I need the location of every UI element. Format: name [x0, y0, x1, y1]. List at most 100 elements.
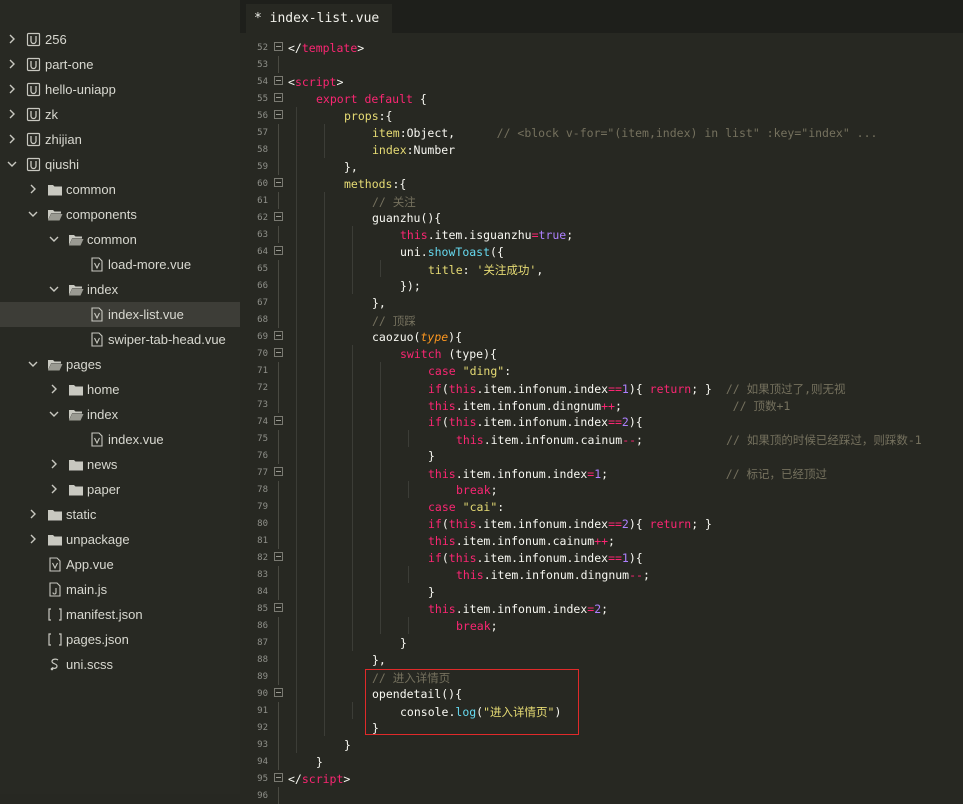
- code-line[interactable]: 53: [240, 56, 963, 73]
- chevron-right-icon[interactable]: [48, 458, 60, 470]
- tree-item-home[interactable]: home: [0, 377, 240, 402]
- tree-item-manifest-json[interactable]: manifest.json: [0, 602, 240, 627]
- tree-item-part-one[interactable]: part-one: [0, 52, 240, 77]
- chevron-right-icon[interactable]: [27, 183, 39, 195]
- code-line[interactable]: 55 export default {: [240, 90, 963, 107]
- code-line[interactable]: 54 <script>: [240, 73, 963, 90]
- code-line[interactable]: 71 case "ding":: [240, 362, 963, 379]
- code-line[interactable]: 72 if(this.item.infonum.index==1){ return…: [240, 379, 963, 396]
- code-line[interactable]: 85 this.item.infonum.index=2;: [240, 600, 963, 617]
- tree-item-hello-uniapp[interactable]: hello-uniapp: [0, 77, 240, 102]
- fold-icon[interactable]: [274, 76, 283, 85]
- tree-item-pages-json[interactable]: pages.json: [0, 627, 240, 652]
- tree-item-components[interactable]: components: [0, 202, 240, 227]
- tree-item-common[interactable]: common: [0, 177, 240, 202]
- code-line[interactable]: 78 break;: [240, 481, 963, 498]
- code-line[interactable]: 83 this.item.infonum.dingnum--;: [240, 566, 963, 583]
- chevron-right-icon[interactable]: [6, 33, 18, 45]
- tab-index-list-vue[interactable]: * index-list.vue: [246, 4, 392, 33]
- code-line[interactable]: 56 props:{: [240, 107, 963, 124]
- tree-item-main-js[interactable]: main.js: [0, 577, 240, 602]
- code-line[interactable]: 61 // 关注: [240, 192, 963, 209]
- chevron-right-icon[interactable]: [48, 383, 60, 395]
- code-line[interactable]: 81 this.item.infonum.cainum++;: [240, 532, 963, 549]
- code-line[interactable]: 65 title: '关注成功',: [240, 260, 963, 277]
- chevron-down-icon[interactable]: [27, 208, 39, 220]
- code-line[interactable]: 91 console.log("进入详情页"): [240, 702, 963, 719]
- code-line[interactable]: 63 this.item.isguanzhu=true;: [240, 226, 963, 243]
- code-line[interactable]: 95 </script>: [240, 770, 963, 787]
- code-line[interactable]: 93}: [240, 736, 963, 753]
- chevron-down-icon[interactable]: [48, 408, 60, 420]
- tree-item-index[interactable]: index: [0, 277, 240, 302]
- code-line[interactable]: 82 if(this.item.infonum.index==1){: [240, 549, 963, 566]
- code-line[interactable]: 52 </template>: [240, 39, 963, 56]
- code-line[interactable]: 94}: [240, 753, 963, 770]
- fold-icon[interactable]: [274, 773, 283, 782]
- code-line[interactable]: 67},: [240, 294, 963, 311]
- tree-item-zhijian[interactable]: zhijian: [0, 127, 240, 152]
- tree-item-index[interactable]: index: [0, 402, 240, 427]
- code-line[interactable]: 58 index:Number: [240, 141, 963, 158]
- code-line[interactable]: 68 // 顶踩: [240, 311, 963, 328]
- chevron-right-icon[interactable]: [6, 133, 18, 145]
- chevron-down-icon[interactable]: [48, 283, 60, 295]
- fold-icon[interactable]: [274, 552, 283, 561]
- chevron-down-icon[interactable]: [27, 358, 39, 370]
- code-line[interactable]: 88},: [240, 651, 963, 668]
- tree-item-unpackage[interactable]: unpackage: [0, 527, 240, 552]
- tree-item-news[interactable]: news: [0, 452, 240, 477]
- code-line[interactable]: 76}: [240, 447, 963, 464]
- code-line[interactable]: 84}: [240, 583, 963, 600]
- chevron-right-icon[interactable]: [48, 483, 60, 495]
- code-line[interactable]: 69 caozuo(type){: [240, 328, 963, 345]
- code-line[interactable]: 60 methods:{: [240, 175, 963, 192]
- chevron-down-icon[interactable]: [48, 233, 60, 245]
- code-line[interactable]: 64 uni.showToast({: [240, 243, 963, 260]
- fold-icon[interactable]: [274, 212, 283, 221]
- code-line[interactable]: 90 opendetail(){: [240, 685, 963, 702]
- code-line[interactable]: 75 this.item.infonum.cainum--; // 如果顶的时候已…: [240, 430, 963, 447]
- fold-icon[interactable]: [274, 93, 283, 102]
- code-line[interactable]: 74 if(this.item.infonum.index==2){: [240, 413, 963, 430]
- chevron-right-icon[interactable]: [6, 83, 18, 95]
- tree-item-paper[interactable]: paper: [0, 477, 240, 502]
- tree-item-qiushi[interactable]: qiushi: [0, 152, 240, 177]
- tree-item-pages[interactable]: pages: [0, 352, 240, 377]
- tree-item-256[interactable]: 256: [0, 27, 240, 52]
- tree-item-static[interactable]: static: [0, 502, 240, 527]
- tree-item-common[interactable]: common: [0, 227, 240, 252]
- chevron-right-icon[interactable]: [6, 108, 18, 120]
- chevron-down-icon[interactable]: [6, 158, 18, 170]
- chevron-right-icon[interactable]: [6, 58, 18, 70]
- tree-item-swiper-tab-head-vue[interactable]: swiper-tab-head.vue: [0, 327, 240, 352]
- tree-item-zk[interactable]: zk: [0, 102, 240, 127]
- code-line[interactable]: 73 this.item.infonum.dingnum++; // 顶数+1: [240, 396, 963, 413]
- tree-item-app-vue[interactable]: App.vue: [0, 552, 240, 577]
- fold-icon[interactable]: [274, 178, 283, 187]
- fold-icon[interactable]: [274, 331, 283, 340]
- code-line[interactable]: 59},: [240, 158, 963, 175]
- fold-icon[interactable]: [274, 688, 283, 697]
- fold-icon[interactable]: [274, 42, 283, 51]
- fold-icon[interactable]: [274, 416, 283, 425]
- tree-item-index-list-vue[interactable]: index-list.vue: [0, 302, 240, 327]
- fold-icon[interactable]: [274, 467, 283, 476]
- code-line[interactable]: 96: [240, 787, 963, 804]
- code-line[interactable]: 87}: [240, 634, 963, 651]
- tree-item-index-vue[interactable]: index.vue: [0, 427, 240, 452]
- code-line[interactable]: 77 this.item.infonum.index=1; // 标记，已经顶过: [240, 464, 963, 481]
- code-line[interactable]: 92}: [240, 719, 963, 736]
- chevron-right-icon[interactable]: [27, 533, 39, 545]
- code-editor[interactable]: 52 </template> 53 54 <script> 55 export defaul…: [240, 33, 963, 804]
- code-line[interactable]: 80 if(this.item.infonum.index==2){ return…: [240, 515, 963, 532]
- code-line[interactable]: 62 guanzhu(){: [240, 209, 963, 226]
- code-line[interactable]: 66});: [240, 277, 963, 294]
- fold-icon[interactable]: [274, 603, 283, 612]
- fold-icon[interactable]: [274, 110, 283, 119]
- fold-icon[interactable]: [274, 246, 283, 255]
- chevron-right-icon[interactable]: [27, 508, 39, 520]
- code-line[interactable]: 70 switch (type){: [240, 345, 963, 362]
- fold-icon[interactable]: [274, 348, 283, 357]
- code-line[interactable]: 89 // 进入详情页: [240, 668, 963, 685]
